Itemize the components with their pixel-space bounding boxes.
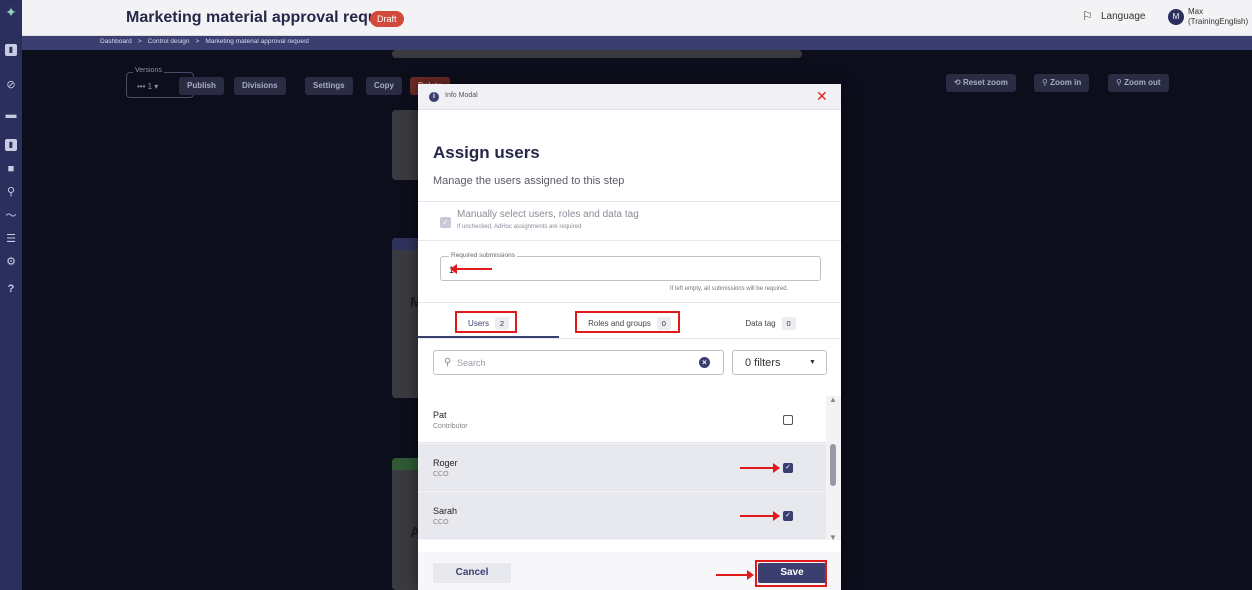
app-logo-icon[interactable]: ✦	[3, 5, 19, 22]
scroll-down-icon[interactable]: ▼	[829, 534, 837, 542]
user-checkbox-pat[interactable]	[783, 415, 793, 425]
documents-icon[interactable]: ■	[5, 163, 17, 175]
required-submissions-hint: If left empty, all submissions will be r…	[670, 286, 789, 292]
modal-subtitle: Manage the users assigned to this step	[433, 175, 625, 187]
breadcrumb-separator: >	[137, 38, 142, 45]
reports-icon[interactable]: ▮	[5, 139, 17, 151]
divider	[418, 201, 841, 202]
required-submissions-field[interactable]: Required submissions	[440, 252, 821, 281]
copy-button[interactable]: Copy	[366, 77, 402, 95]
scrollbar-thumb[interactable]	[830, 444, 836, 486]
sliders-icon[interactable]: ☰	[5, 233, 17, 245]
list-item-pat[interactable]: Pat Contributor	[418, 396, 826, 443]
background-card	[392, 50, 802, 58]
avatar[interactable]: M	[1168, 9, 1184, 25]
publish-button[interactable]: Publish	[179, 77, 224, 95]
user-name: Pat	[433, 410, 447, 420]
close-icon[interactable]: ✕	[816, 89, 828, 103]
modal-title: Assign users	[433, 143, 540, 162]
divisions-button[interactable]: Divisions	[234, 77, 286, 95]
zoom-in-button[interactable]: ⚲ Zoom in	[1034, 74, 1090, 92]
trend-icon[interactable]: 〜	[5, 210, 17, 222]
divider	[418, 240, 841, 241]
versions-value: ••• 1 ▾	[137, 82, 159, 91]
chevron-down-icon: ▼	[809, 359, 816, 366]
tab-data-tag-label: Data tag	[745, 318, 776, 328]
help-icon[interactable]: ?	[5, 283, 17, 295]
annotation-arrow	[450, 264, 492, 274]
manual-select-hint: If unchecked, AdHoc assignments are requ…	[457, 224, 582, 230]
dashboard-icon[interactable]: ▮	[5, 44, 17, 56]
language-selector[interactable]: ⚐ Language	[1082, 10, 1146, 23]
annotation-box-save	[755, 560, 827, 587]
tab-data-tag[interactable]: Data tag 0	[700, 309, 841, 337]
breadcrumb-separator: >	[195, 38, 200, 45]
check-circle-icon[interactable]: ⊘	[5, 79, 17, 91]
annotation-box-roles-tab	[575, 311, 680, 333]
scroll-up-icon[interactable]: ▲	[829, 396, 837, 404]
zoom-out-button[interactable]: ⚲ Zoom out	[1108, 74, 1169, 92]
top-header: Marketing material approval request Draf…	[22, 0, 1252, 36]
settings-gear-icon[interactable]: ⚙	[5, 256, 17, 268]
chat-icon[interactable]: ▬	[5, 109, 17, 121]
language-label: Language	[1101, 11, 1146, 22]
divider	[418, 338, 841, 339]
user-role: Contributor	[433, 423, 468, 430]
manual-select-label: Manually select users, roles and data ta…	[457, 209, 639, 220]
user-checkbox-roger[interactable]: ✓	[783, 463, 793, 473]
breadcrumb-bar: Dashboard > Control design > Marketing m…	[22, 36, 1252, 50]
clear-search-icon[interactable]: ×	[699, 357, 710, 368]
user-name: Sarah	[433, 506, 458, 516]
page-title: Marketing material approval request	[126, 9, 401, 26]
manual-select-checkbox[interactable]: ✓	[440, 217, 451, 228]
breadcrumb-current: Marketing material approval request	[205, 38, 310, 45]
search-icon: ⚲	[444, 357, 452, 368]
reset-zoom-button[interactable]: ⟲ Reset zoom	[946, 74, 1016, 92]
left-nav-rail: ✦ ▮ ⊘ ▬ ▮ ■ ⚲ 〜 ☰ ⚙ ?	[0, 0, 22, 590]
versions-label: Versions	[133, 67, 164, 74]
filters-dropdown[interactable]: 0 filters ▼	[732, 350, 827, 375]
modal-header: i Info Modal ✕	[418, 84, 841, 110]
required-submissions-label: Required submissions	[449, 252, 517, 259]
flag-icon: ⚐	[1082, 9, 1093, 23]
settings-button[interactable]: Settings	[305, 77, 353, 95]
user-name[interactable]: Max (TrainingEnglish)	[1188, 7, 1252, 27]
status-badge: Draft	[370, 11, 404, 27]
breadcrumb-control-design[interactable]: Control design	[148, 38, 190, 45]
user-name: Roger	[433, 458, 458, 468]
filters-value: 0 filters	[745, 357, 781, 369]
user-role: CCO	[433, 471, 449, 478]
info-icon: i	[429, 92, 439, 102]
search-box[interactable]: ⚲ ×	[433, 350, 724, 375]
annotation-arrow	[740, 511, 780, 521]
annotation-arrow	[740, 463, 780, 473]
divider	[418, 302, 841, 303]
cancel-button[interactable]: Cancel	[433, 563, 511, 583]
breadcrumb: Dashboard > Control design > Marketing m…	[100, 38, 309, 45]
annotation-box-users-tab	[455, 311, 517, 333]
search-nav-icon[interactable]: ⚲	[5, 186, 17, 198]
breadcrumb-dashboard[interactable]: Dashboard	[100, 38, 132, 45]
tab-data-tag-count: 0	[781, 316, 796, 330]
modal-header-label: Info Modal	[445, 92, 478, 99]
annotation-arrow	[716, 570, 754, 580]
user-checkbox-sarah[interactable]: ✓	[783, 511, 793, 521]
user-role: CCO	[433, 519, 449, 526]
search-input[interactable]	[457, 356, 687, 370]
